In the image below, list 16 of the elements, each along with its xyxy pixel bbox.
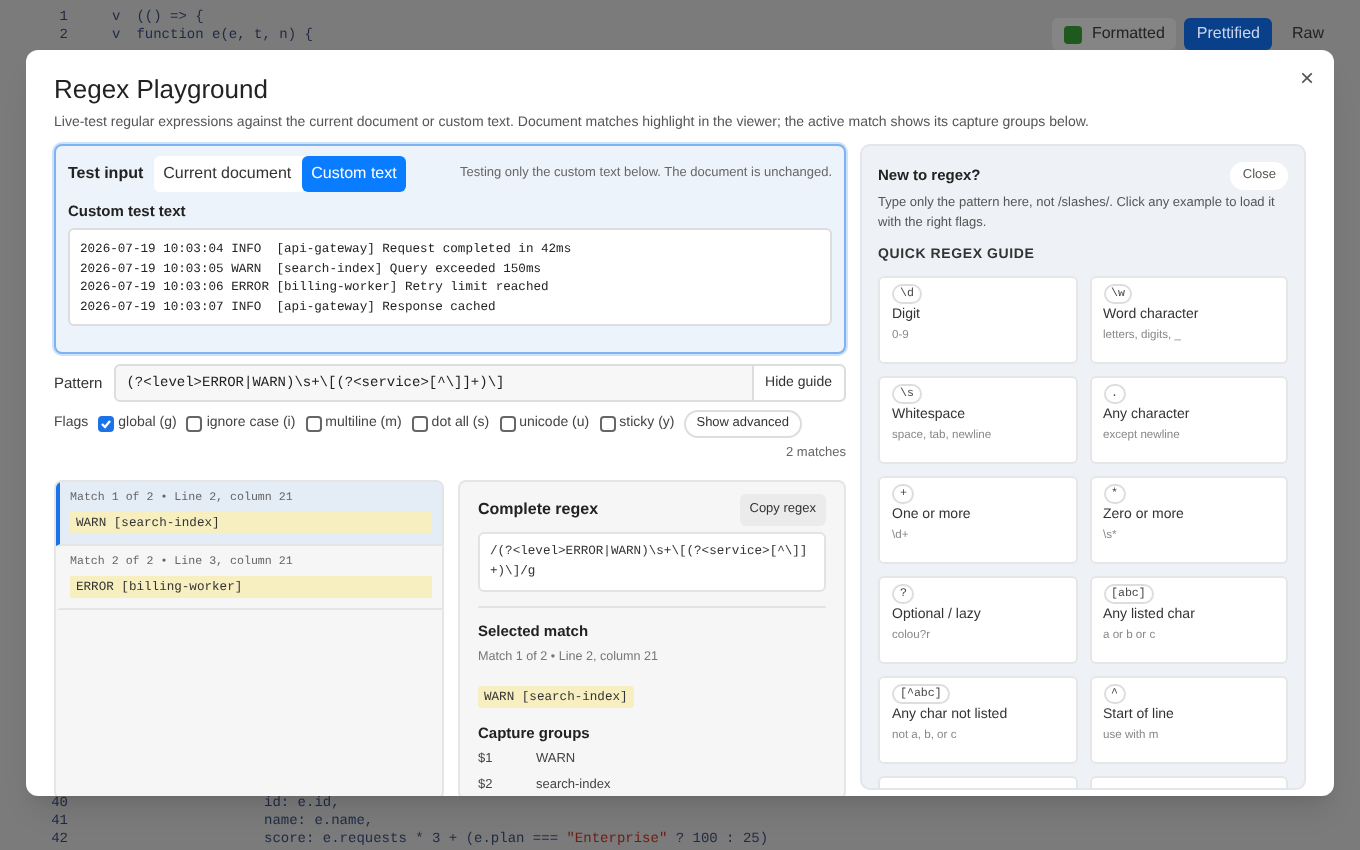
checkbox[interactable] bbox=[599, 416, 616, 433]
test-input-label: Test input bbox=[68, 162, 144, 186]
dialog-title: Regex Playground bbox=[54, 74, 270, 106]
checkbox[interactable] bbox=[499, 416, 516, 433]
source-tab[interactable]: Current document bbox=[153, 156, 302, 192]
checkbox[interactable] bbox=[411, 416, 428, 433]
checkbox[interactable] bbox=[186, 416, 203, 433]
view-tab[interactable]: Prettified bbox=[1184, 18, 1272, 50]
view-tab[interactable]: Raw bbox=[1279, 18, 1336, 50]
checkbox[interactable] bbox=[98, 416, 115, 433]
checkbox[interactable] bbox=[1063, 25, 1082, 43]
formatted-toggle[interactable]: Formatted bbox=[1051, 18, 1177, 50]
close-button[interactable]: × bbox=[1299, 66, 1314, 90]
checkbox[interactable] bbox=[305, 416, 322, 433]
complete-regex-title: Complete regex bbox=[478, 498, 599, 522]
source-tab[interactable]: Custom text bbox=[301, 156, 407, 192]
